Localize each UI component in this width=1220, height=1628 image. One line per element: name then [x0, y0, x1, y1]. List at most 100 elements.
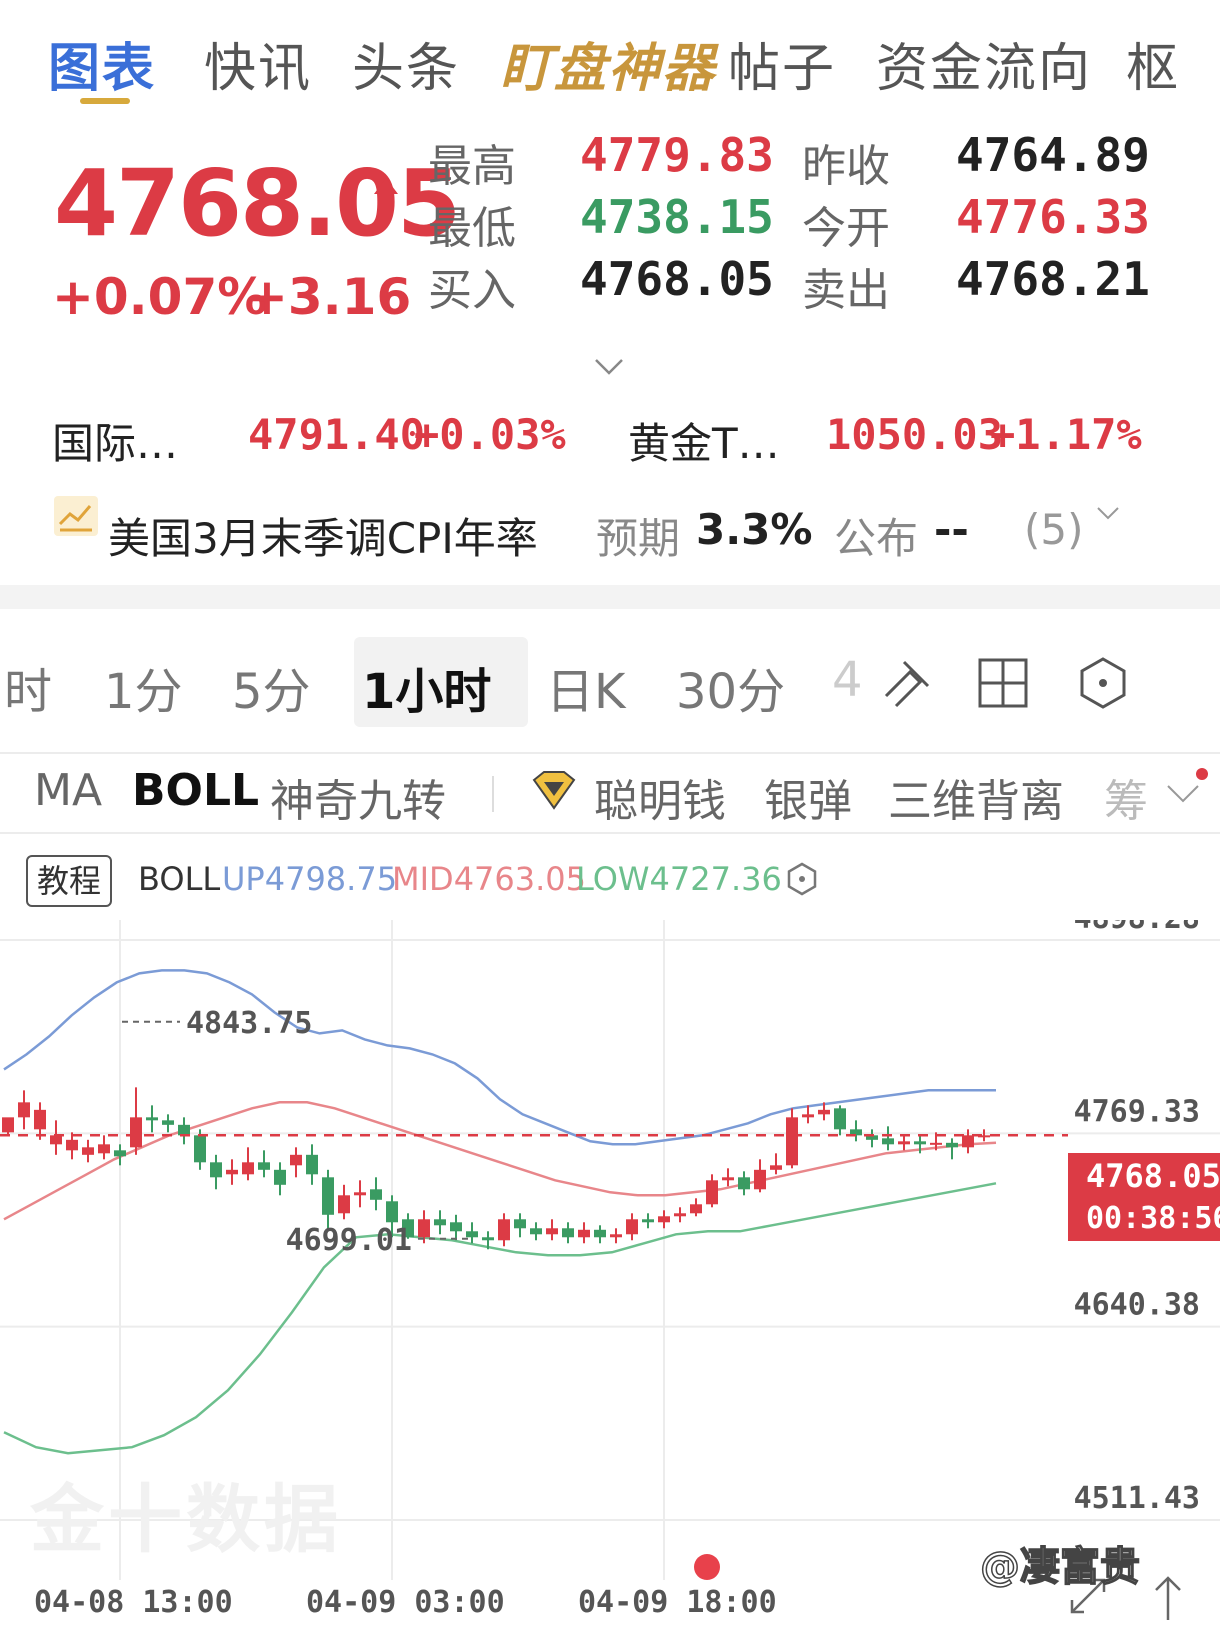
event-chevron-down-icon[interactable] [1096, 506, 1120, 520]
tab-watch-tool[interactable]: 盯盘神器 [500, 26, 716, 101]
candle-body [914, 1141, 926, 1145]
candle-countdown: 00:38:56 [1086, 1201, 1220, 1236]
expand-chevron-icon[interactable] [594, 358, 624, 376]
open-value: 4776.33 [956, 190, 1150, 244]
candle-body [338, 1195, 350, 1214]
candle-body [722, 1177, 734, 1181]
candle-body [450, 1222, 462, 1232]
period-tab-1hour[interactable]: 1小时 [362, 652, 491, 722]
indicator-chevron-down-icon[interactable] [1166, 784, 1200, 804]
indicator-3d-divergence[interactable]: 三维背离 [888, 765, 1064, 829]
candle-body [898, 1141, 910, 1145]
indicator-boll[interactable]: BOLL [132, 765, 259, 816]
candle-body [322, 1177, 334, 1215]
min-annotation-label: 4699.01 [286, 1223, 412, 1258]
period-tab-1min[interactable]: 1分 [104, 652, 183, 722]
candle-body [962, 1135, 974, 1148]
high-value: 4779.83 [580, 128, 774, 182]
event-title[interactable]: 美国3月末季调CPI年率 [108, 505, 538, 566]
candle-body [514, 1219, 526, 1229]
related-name-1[interactable]: 国际… [52, 410, 178, 471]
watermark-logo: 金十数据 [30, 1477, 342, 1563]
candle-body [242, 1162, 254, 1175]
tab-posts[interactable]: 帖子 [728, 26, 836, 101]
open-label: 今开 [802, 203, 890, 254]
candle-body [226, 1169, 238, 1175]
tab-flash-news[interactable]: 快讯 [204, 26, 312, 101]
candle-body [834, 1108, 846, 1130]
tutorial-button[interactable]: 教程 [26, 855, 112, 907]
event-expect-value: 3.3% [696, 505, 813, 554]
candle-body [2, 1117, 14, 1133]
settings-hexagon-icon[interactable] [1076, 656, 1130, 710]
candle-body [146, 1117, 158, 1121]
related-price-1: 4791.40 [248, 410, 426, 459]
legend-settings-icon[interactable] [786, 862, 818, 896]
indicator-more[interactable]: 筹 [1104, 765, 1148, 829]
diamond-icon [532, 771, 576, 810]
candle-body [530, 1228, 542, 1235]
candle-body [498, 1219, 510, 1241]
ask-label: 卖出 [802, 265, 890, 316]
period-tab-5min[interactable]: 5分 [232, 652, 311, 722]
period-tab-daily[interactable]: 日K [546, 652, 625, 722]
candle-body [930, 1142, 942, 1145]
candle-body [434, 1219, 446, 1226]
event-publish-label: 公布 [834, 514, 919, 563]
change-percent: +0.07% [52, 268, 268, 326]
high-label: 最高 [428, 141, 516, 192]
candle-body [642, 1219, 654, 1223]
scroll-top-icon[interactable] [1150, 1574, 1186, 1624]
last-price-tag: 4768.05 00:38:56 [1068, 1153, 1220, 1241]
candle-body [354, 1192, 366, 1196]
candle-body [418, 1219, 430, 1238]
tab-capital-flow[interactable]: 资金流向 [876, 26, 1092, 101]
top-tab-bar: 图表 快讯 头条 盯盘神器 帖子 资金流向 枢 [0, 0, 1220, 120]
draw-tool-icon[interactable] [880, 656, 934, 710]
candle-body [466, 1231, 478, 1238]
candle-body [690, 1204, 702, 1214]
indicator-smart-money[interactable]: 聪明钱 [594, 765, 726, 829]
period-tab-time[interactable]: 时 [4, 652, 52, 722]
legend-name: BOLL [138, 860, 221, 898]
event-marker-dot[interactable] [694, 1554, 720, 1580]
candle-body [18, 1102, 30, 1118]
last-price-value: 4768.05 [1086, 1157, 1220, 1195]
new-dot-badge [1196, 768, 1208, 780]
prev-close-value: 4764.89 [956, 128, 1150, 182]
event-expect-label: 预期 [596, 514, 681, 563]
period-tab-30min[interactable]: 30分 [676, 652, 785, 722]
candle-body [802, 1114, 814, 1118]
related-name-2[interactable]: 黄金T… [628, 410, 780, 471]
y-tick-label: 4769.33 [1074, 1094, 1200, 1129]
event-count[interactable]: (5) [1024, 505, 1084, 554]
tab-headlines[interactable]: 头条 [352, 26, 460, 101]
related-pct-1: +0.03% [414, 410, 566, 459]
candle-body [482, 1237, 494, 1241]
divider-1 [0, 752, 1220, 754]
candle-body [178, 1124, 190, 1136]
candle-body [562, 1228, 574, 1238]
candle-body [66, 1139, 78, 1151]
period-tab-more[interactable]: 4 [832, 652, 863, 708]
candle-body [50, 1135, 62, 1145]
divider-2 [0, 832, 1220, 834]
indicator-silver-bullet[interactable]: 银弹 [764, 765, 852, 829]
tab-more[interactable]: 枢 [1126, 26, 1180, 101]
candle-body [274, 1169, 286, 1185]
bid-label: 买入 [428, 265, 516, 316]
indicator-magic-nine[interactable]: 神奇九转 [270, 765, 446, 829]
indicator-ma[interactable]: MA [34, 765, 102, 816]
candle-body [130, 1117, 142, 1148]
x-tick-label: 04-09 18:00 [578, 1585, 777, 1620]
grid-layout-icon[interactable] [976, 656, 1030, 710]
candle-body [706, 1180, 718, 1205]
candle-body [162, 1120, 174, 1125]
candle-body [610, 1234, 622, 1238]
author-signature: @凄富贵 [979, 1543, 1141, 1591]
event-publish-value: -- [934, 505, 969, 554]
candle-body [82, 1147, 94, 1155]
tab-chart[interactable]: 图表 [48, 26, 156, 101]
chart-trend-icon [54, 496, 98, 536]
candle-body [258, 1162, 270, 1170]
